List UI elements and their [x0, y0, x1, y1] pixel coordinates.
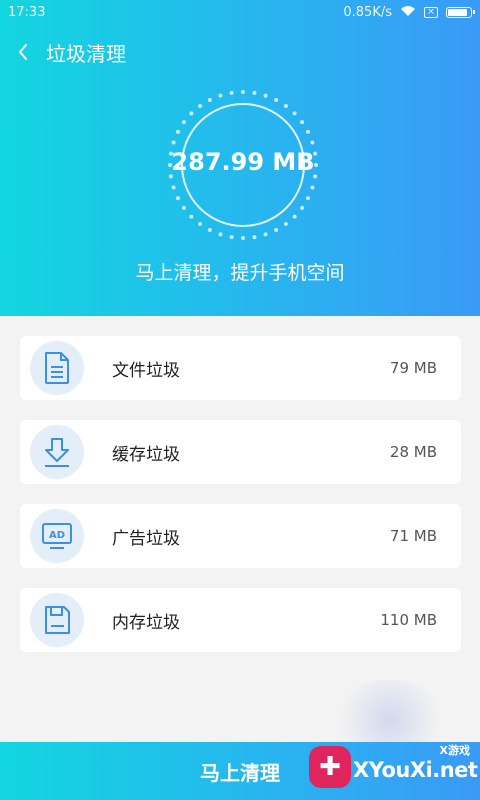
- gauge-dot: [292, 214, 297, 219]
- gauge-dot: [229, 235, 234, 240]
- gamepad-logo-icon: ✚: [309, 746, 351, 788]
- gauge-dot: [310, 140, 315, 145]
- hero-slogan: 马上清理，提升手机空间: [135, 262, 345, 284]
- gauge-dot: [283, 103, 288, 108]
- watermark-text: XYouXi.net: [353, 758, 478, 782]
- memory-card-icon: [30, 593, 84, 647]
- junk-item-size: 79 MB: [389, 359, 437, 377]
- download-icon: [30, 425, 84, 479]
- gauge-dot: [198, 222, 203, 227]
- back-icon[interactable]: [0, 34, 46, 70]
- status-bar: 17:33 0.85K/s ×: [0, 0, 480, 24]
- gauge-dot: [274, 228, 279, 233]
- gauge-dot: [198, 103, 203, 108]
- gauge-dot: [306, 196, 311, 201]
- junk-item-ad[interactable]: AD 广告垃圾 71 MB: [20, 504, 461, 568]
- gauge-dot: [171, 185, 176, 190]
- gauge-dot: [218, 93, 223, 98]
- junk-item-cache[interactable]: 缓存垃圾 28 MB: [20, 420, 461, 484]
- gauge-dot: [283, 222, 288, 227]
- gauge-dot: [300, 120, 305, 125]
- gauge-dot: [252, 235, 257, 240]
- page-title: 垃圾清理: [46, 41, 126, 66]
- junk-item-size: 71 MB: [389, 527, 437, 545]
- gauge-dot: [229, 90, 234, 95]
- gauge-dot: [274, 97, 279, 102]
- no-sim-icon: ×: [424, 6, 438, 18]
- battery-icon: [446, 6, 475, 18]
- gauge-dot: [189, 214, 194, 219]
- top-bar: 垃圾清理: [0, 34, 480, 70]
- junk-item-label: 内存垃圾: [112, 612, 180, 633]
- gauge-dot: [181, 120, 186, 125]
- junk-size-value: 287.99 MB: [171, 148, 315, 176]
- gauge-dot: [310, 185, 315, 190]
- gauge-dot: [300, 205, 305, 210]
- gauge-dot: [175, 196, 180, 201]
- gauge-dot: [189, 111, 194, 116]
- gauge-dot: [241, 236, 245, 240]
- site-watermark: ✚ X游戏 XYouXi.net: [305, 738, 480, 800]
- junk-item-file[interactable]: 文件垃圾 79 MB: [20, 336, 461, 400]
- junk-item-size: 110 MB: [380, 611, 437, 629]
- gauge-dot: [218, 232, 223, 237]
- gauge-dot: [241, 90, 245, 94]
- gauge-dot: [252, 90, 257, 95]
- junk-size-gauge: 287.99 MB: [164, 90, 322, 240]
- gauge-dot: [263, 93, 268, 98]
- file-icon: [30, 341, 84, 395]
- junk-item-size: 28 MB: [389, 443, 437, 461]
- gauge-dot: [175, 129, 180, 134]
- gauge-dot: [181, 205, 186, 210]
- junk-category-list: 文件垃圾 79 MB 缓存垃圾 28 MB AD 广告垃圾 71 MB 内存垃圾…: [20, 336, 461, 672]
- gauge-dot: [207, 228, 212, 233]
- junk-item-label: 缓存垃圾: [112, 444, 180, 465]
- svg-text:AD: AD: [49, 530, 65, 541]
- gauge-dot: [292, 111, 297, 116]
- watermark-top-text: X游戏: [439, 744, 470, 757]
- ad-monitor-icon: AD: [30, 509, 84, 563]
- status-time: 17:33: [8, 4, 46, 20]
- junk-item-label: 广告垃圾: [112, 528, 180, 549]
- junk-item-memory[interactable]: 内存垃圾 110 MB: [20, 588, 461, 652]
- gauge-dot: [263, 232, 268, 237]
- gauge-dot: [306, 129, 311, 134]
- junk-item-label: 文件垃圾: [112, 360, 180, 381]
- network-speed: 0.85K/s: [343, 4, 392, 20]
- status-indicators: 0.85K/s ×: [343, 4, 475, 20]
- gauge-dot: [207, 97, 212, 102]
- wifi-icon: [400, 5, 416, 20]
- gauge-dot: [171, 140, 176, 145]
- hero-header: 17:33 0.85K/s × 垃圾清理 287.99 MB 马上清理，提升手机…: [0, 0, 480, 316]
